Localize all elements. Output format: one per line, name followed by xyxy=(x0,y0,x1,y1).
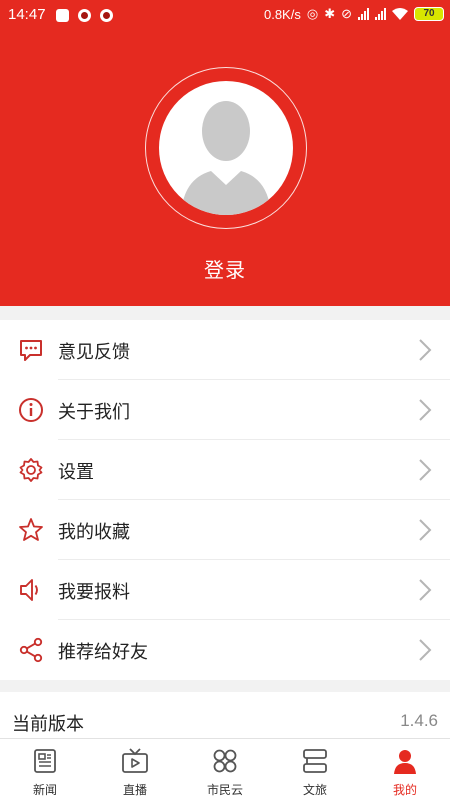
news-icon xyxy=(34,749,56,773)
tab-citizen-cloud[interactable]: 市民云 xyxy=(180,739,270,800)
status-bar: 14:47 0.8K/s ◎ ✱ ⊘ 70 xyxy=(0,0,450,32)
tab-label: 新闻 xyxy=(32,783,57,797)
status-time: 14:47 xyxy=(8,6,46,23)
menu-item-label: 意见反馈 xyxy=(58,342,130,363)
profile-header: 14:47 0.8K/s ◎ ✱ ⊘ 70 登录 xyxy=(0,0,450,306)
chevron-right-icon xyxy=(419,459,432,481)
chevron-right-icon xyxy=(419,339,432,361)
alarm-off-icon: ⊘ xyxy=(341,6,352,21)
bluetooth-icon: ✱ xyxy=(324,6,336,21)
tab-label: 市民云 xyxy=(206,783,243,797)
tab-label: 我的 xyxy=(392,783,417,797)
chevron-right-icon xyxy=(419,639,432,661)
travel-icon xyxy=(303,749,327,773)
version-value: 1.4.6 xyxy=(400,711,438,730)
settings-menu: 意见反馈 关于我们 设置 我的收藏 我要报料 推荐给好友 xyxy=(0,320,450,680)
menu-item-share[interactable]: 推荐给好友 xyxy=(0,620,450,680)
notification-dot-icon xyxy=(100,9,113,22)
signal-icon xyxy=(358,8,369,20)
menu-item-about[interactable]: 关于我们 xyxy=(0,380,450,440)
star-icon xyxy=(19,518,43,541)
version-label: 当前版本 xyxy=(12,714,84,735)
menu-item-report[interactable]: 我要报料 xyxy=(0,560,450,620)
tab-label: 直播 xyxy=(122,783,147,797)
person-icon xyxy=(394,750,416,774)
tab-news[interactable]: 新闻 xyxy=(0,739,90,800)
share-icon xyxy=(19,637,43,663)
notification-dot-icon xyxy=(78,9,91,22)
default-person-icon xyxy=(181,101,271,215)
wifi-icon xyxy=(392,8,408,20)
cloud-grid-icon xyxy=(213,749,237,773)
signal-icon xyxy=(375,8,386,20)
network-speed: 0.8K/s xyxy=(263,6,301,22)
menu-item-label: 设置 xyxy=(58,462,94,483)
menu-item-label: 关于我们 xyxy=(58,402,130,423)
tab-label: 文旅 xyxy=(302,783,327,797)
menu-item-label: 我的收藏 xyxy=(58,522,130,543)
tab-culture-travel[interactable]: 文旅 xyxy=(270,739,360,800)
tv-icon xyxy=(122,748,148,773)
notification-app-icon xyxy=(56,9,69,22)
bottom-tab-bar: 新闻 直播 市民云 文旅 我的 xyxy=(0,738,450,800)
menu-item-feedback[interactable]: 意见反馈 xyxy=(0,320,450,380)
battery-icon: 70 xyxy=(414,7,444,21)
gear-icon xyxy=(19,458,43,482)
avatar[interactable] xyxy=(159,81,293,215)
menu-item-settings[interactable]: 设置 xyxy=(0,440,450,500)
chevron-right-icon xyxy=(419,579,432,601)
menu-item-label: 我要报料 xyxy=(58,582,130,603)
tab-live[interactable]: 直播 xyxy=(90,739,180,800)
login-button[interactable]: 登录 xyxy=(0,254,450,283)
chevron-right-icon xyxy=(419,519,432,541)
menu-item-label: 推荐给好友 xyxy=(58,642,148,663)
info-icon xyxy=(19,398,43,422)
speaker-icon xyxy=(20,579,38,601)
feedback-chat-icon xyxy=(20,340,42,361)
chevron-right-icon xyxy=(419,399,432,421)
nfc-icon: ◎ xyxy=(306,6,319,21)
menu-item-favorites[interactable]: 我的收藏 xyxy=(0,500,450,560)
tab-mine[interactable]: 我的 xyxy=(360,739,450,800)
